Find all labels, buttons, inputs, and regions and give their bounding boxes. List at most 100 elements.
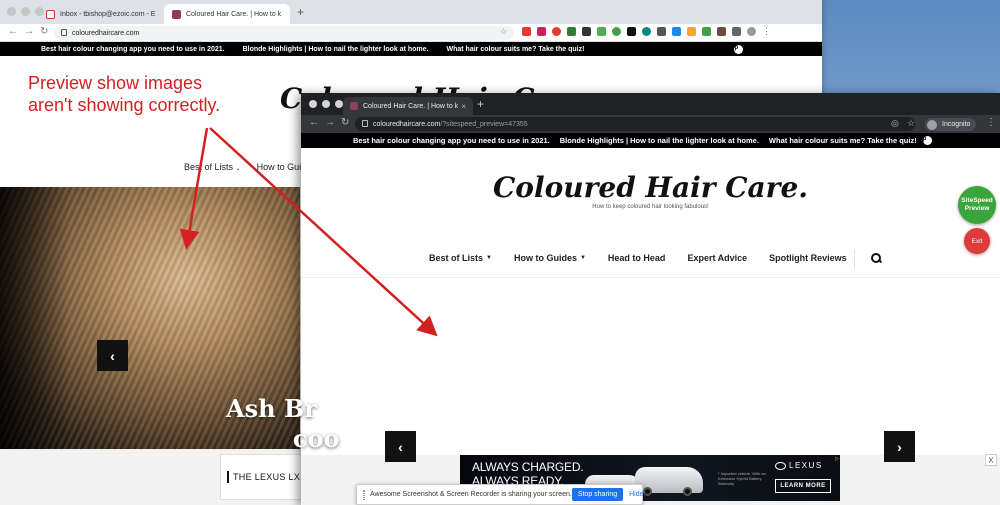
- slide-title[interactable]: Ash Br coo: [226, 394, 339, 454]
- site-title[interactable]: Coloured Hair Care.: [301, 171, 1000, 204]
- ad-close-button[interactable]: X: [985, 454, 997, 466]
- menu-dots-icon[interactable]: ⋮: [986, 117, 996, 128]
- lexus-logo: LEXUS: [775, 461, 823, 470]
- incognito-badge[interactable]: Incognito: [925, 118, 977, 131]
- learn-more-button[interactable]: LEARN MORE: [775, 479, 831, 493]
- chevron-down-icon: ▼: [486, 255, 492, 261]
- slider-prev-button[interactable]: ‹: [97, 340, 128, 371]
- extension-icon[interactable]: [597, 27, 606, 36]
- lock-icon: [362, 120, 368, 127]
- nav-best-of-lists[interactable]: Best of Lists ▼: [429, 253, 492, 263]
- new-tab-button[interactable]: +: [477, 97, 484, 111]
- site-tagline: How to keep coloured hair looking fabulo…: [592, 204, 709, 210]
- nav-how-to-guides[interactable]: How to Gui: [257, 162, 302, 172]
- slider-next-button[interactable]: ›: [884, 431, 915, 462]
- hide-button[interactable]: Hide: [629, 491, 643, 498]
- back-toolbar: ← → ↻ colouredhaircare.com ☆ ⋮: [0, 24, 822, 42]
- extension-icon[interactable]: [627, 27, 636, 36]
- chevron-down-icon: ⌄: [235, 166, 241, 172]
- front-tab-bar: Coloured Hair Care. | How to k × +: [301, 93, 1000, 115]
- back-main-nav: Best of Lists ⌄ How to Gui: [184, 162, 301, 172]
- close-tab-icon[interactable]: ×: [289, 10, 290, 19]
- drag-handle[interactable]: [363, 489, 365, 500]
- sitespeed-preview-button[interactable]: SiteSpeed Preview: [958, 186, 996, 224]
- puzzle-extensions-icon[interactable]: [732, 27, 741, 36]
- nav-head-to-head[interactable]: Head to Head: [608, 253, 666, 263]
- reload-icon[interactable]: ↻: [40, 26, 48, 37]
- topbar-link[interactable]: What hair colour suits me? Take the quiz…: [447, 46, 585, 53]
- minimize-window-button[interactable]: [322, 100, 330, 108]
- extension-icon[interactable]: [582, 27, 591, 36]
- topbar-link[interactable]: Best hair colour changing app you need t…: [41, 46, 225, 53]
- nav-best-of-lists[interactable]: Best of Lists ⌄: [184, 162, 241, 172]
- extension-icon[interactable]: [567, 27, 576, 36]
- extension-icon[interactable]: [537, 27, 546, 36]
- front-window-controls: [309, 100, 343, 108]
- ad-fine-print: * Imported vehicle. With an Extensive Hy…: [718, 471, 766, 486]
- close-tab-icon[interactable]: ×: [461, 102, 466, 111]
- tab-coloured-hair-care-preview[interactable]: Coloured Hair Care. | How to k ×: [343, 97, 473, 115]
- annotation-note: Preview show images aren't showing corre…: [28, 73, 221, 115]
- extension-icon[interactable]: [702, 27, 711, 36]
- slider-prev-button[interactable]: ‹: [385, 431, 416, 462]
- extension-icon[interactable]: [642, 27, 651, 36]
- incognito-browser-window: Coloured Hair Care. | How to k × + ← → ↻…: [301, 93, 1000, 505]
- maximize-window-button[interactable]: [335, 100, 343, 108]
- pinterest-icon[interactable]: p: [922, 136, 932, 145]
- pinterest-icon[interactable]: p: [734, 44, 744, 54]
- back-lexus-ad[interactable]: THE LEXUS LX: [220, 454, 310, 500]
- extension-icon[interactable]: [522, 27, 531, 36]
- tab-coloured-hair-care[interactable]: Coloured Hair Care. | How to k ×: [164, 4, 290, 24]
- header-rule: [301, 277, 1000, 278]
- lock-icon: [61, 29, 67, 36]
- nav-how-to-guides[interactable]: How to Guides ▼: [514, 253, 586, 263]
- back-arrow-icon[interactable]: ←: [309, 117, 319, 128]
- topbar-link[interactable]: Blonde Highlights | How to nail the ligh…: [243, 46, 429, 53]
- search-icon[interactable]: [871, 253, 881, 263]
- new-tab-button[interactable]: +: [297, 5, 304, 19]
- bookmark-star-icon[interactable]: ☆: [907, 118, 915, 129]
- bookmark-star-icon[interactable]: ☆: [500, 27, 507, 36]
- forward-arrow-icon[interactable]: →: [325, 117, 335, 128]
- gmail-icon: [46, 9, 55, 19]
- back-address-bar[interactable]: colouredhaircare.com: [54, 26, 514, 40]
- tab-gmail-inbox[interactable]: Inbox - tbishop@ezoic.com - E ×: [38, 4, 160, 24]
- ad-info-icon[interactable]: ▷: [835, 456, 839, 462]
- close-window-button[interactable]: [309, 100, 317, 108]
- extension-icon[interactable]: [612, 27, 621, 36]
- main-nav: Best of Lists ▼ How to Guides ▼ Head to He…: [429, 253, 869, 263]
- extension-icon[interactable]: [657, 27, 666, 36]
- sitespeed-exit-button[interactable]: Exit: [964, 228, 990, 254]
- extensions-row: ⋮: [522, 27, 771, 36]
- menu-dots-icon[interactable]: ⋮: [762, 27, 771, 36]
- nav-expert-advice[interactable]: Expert Advice: [687, 253, 747, 263]
- site-favicon-icon: [350, 102, 358, 110]
- forward-arrow-icon[interactable]: →: [24, 26, 34, 37]
- close-window-button[interactable]: [7, 7, 16, 16]
- front-top-links-bar: Best hair colour changing app you need t…: [301, 133, 1000, 148]
- empty-slider-area: [301, 279, 1000, 455]
- chevron-down-icon: ▼: [579, 255, 586, 261]
- topbar-link[interactable]: Blonde Highlights | How to nail the ligh…: [560, 136, 759, 145]
- front-toolbar: ← → ↻ colouredhaircare.com/?sitespeed_pr…: [301, 115, 1000, 133]
- topbar-link[interactable]: What hair colour suits me? Take the quiz…: [769, 136, 917, 145]
- extension-icon[interactable]: [687, 27, 696, 36]
- extension-icon[interactable]: [552, 27, 561, 36]
- back-arrow-icon[interactable]: ←: [8, 26, 18, 37]
- stop-sharing-button[interactable]: Stop sharing: [571, 488, 624, 501]
- topbar-link[interactable]: Best hair colour changing app you need t…: [353, 136, 550, 145]
- back-top-links-bar: Best hair colour changing app you need t…: [0, 42, 822, 56]
- share-message: Awesome Screenshot & Screen Recorder is …: [370, 491, 572, 498]
- eye-slash-icon[interactable]: ◎: [891, 118, 899, 129]
- front-address-bar[interactable]: colouredhaircare.com/?sitespeed_preview=…: [355, 117, 915, 131]
- reload-icon[interactable]: ↻: [341, 117, 349, 128]
- lexus-logo-icon: [775, 461, 786, 470]
- extension-icon[interactable]: [717, 27, 726, 36]
- nav-divider: [854, 250, 855, 268]
- profile-avatar[interactable]: [747, 27, 756, 36]
- nav-spotlight-reviews[interactable]: Spotlight Reviews: [769, 253, 847, 263]
- minimize-window-button[interactable]: [21, 7, 30, 16]
- extension-icon[interactable]: [672, 27, 681, 36]
- wheel: [683, 487, 692, 496]
- wheel: [643, 487, 652, 496]
